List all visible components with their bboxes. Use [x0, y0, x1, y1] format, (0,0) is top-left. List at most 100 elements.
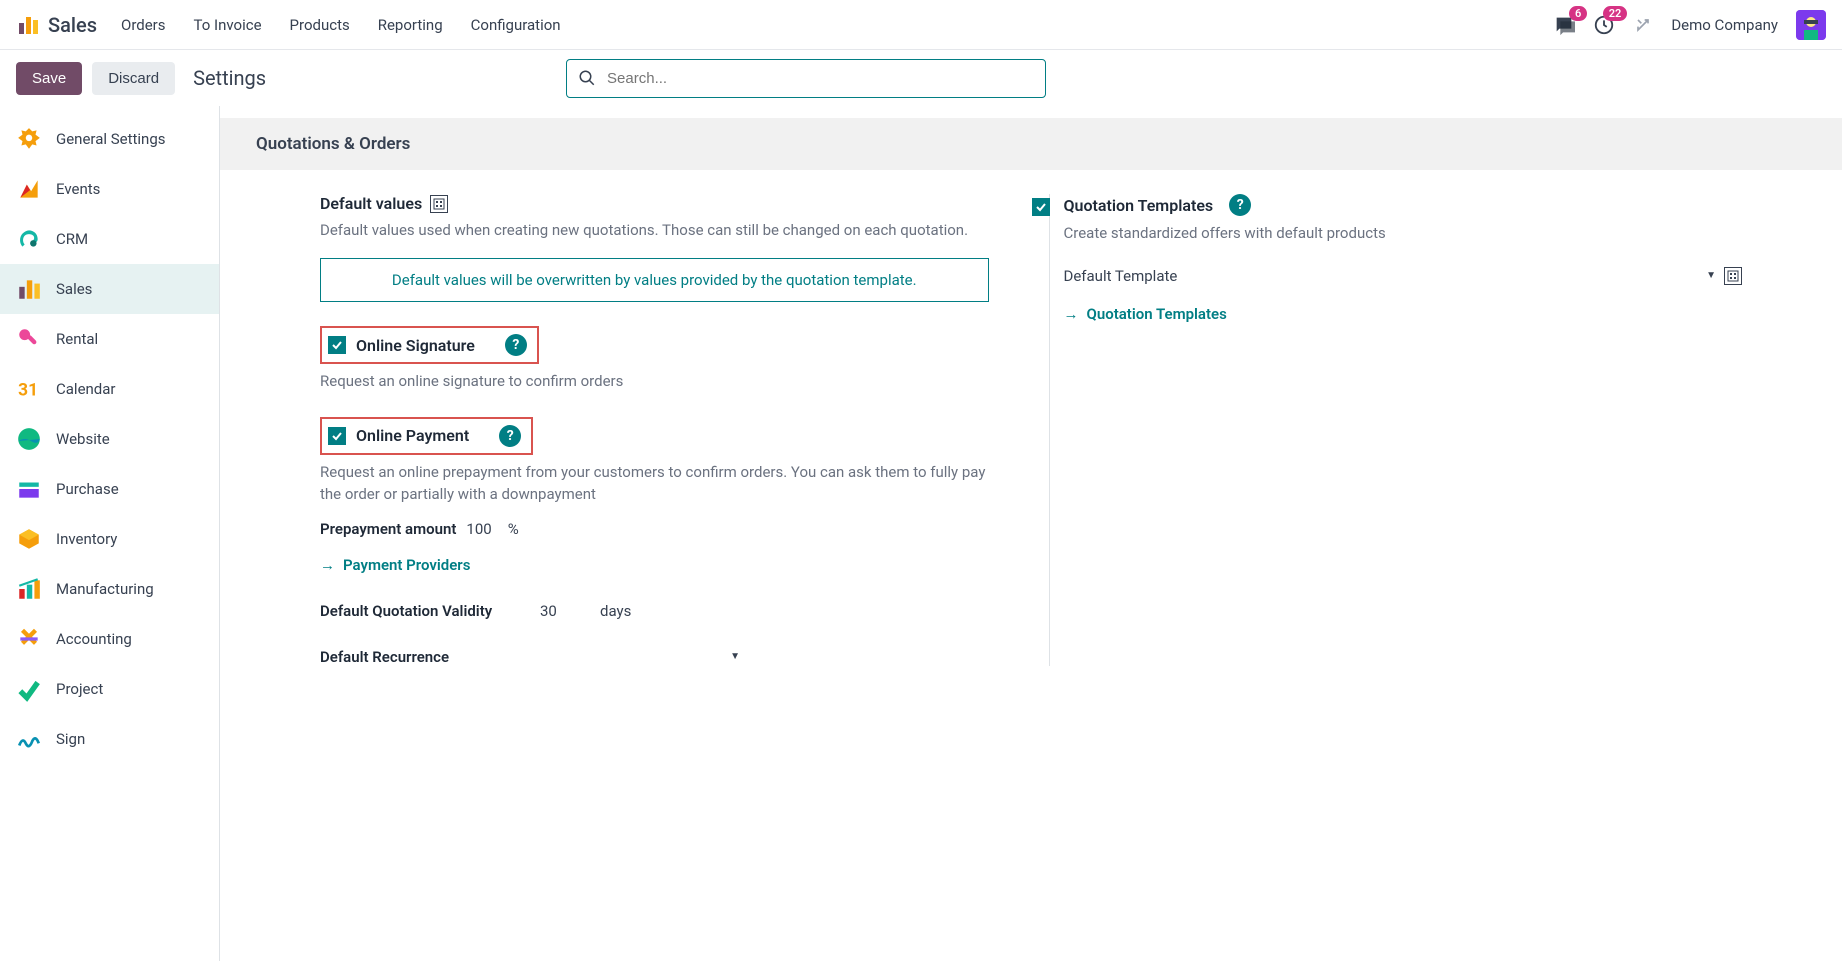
- discard-button[interactable]: Discard: [92, 62, 175, 95]
- purchase-icon: [16, 476, 42, 502]
- prepayment-label: Prepayment amount: [320, 520, 456, 538]
- tools-icon[interactable]: [1633, 15, 1653, 35]
- sidebar-item-label: Events: [56, 180, 100, 198]
- col-left: Default values Default values used when …: [320, 194, 989, 666]
- website-icon: [16, 426, 42, 452]
- crm-icon: [16, 226, 42, 252]
- prepayment-value[interactable]: 100: [466, 520, 491, 538]
- search-input[interactable]: [566, 59, 1046, 98]
- sidebar-item-label: Rental: [56, 330, 98, 348]
- online-payment-block: Online Payment ? Request an online prepa…: [320, 417, 989, 574]
- sidebar-item-label: Website: [56, 430, 110, 448]
- online-signature-title: Online Signature: [356, 336, 475, 355]
- sales-icon: [16, 276, 42, 302]
- online-payment-desc: Request an online prepayment from your c…: [320, 461, 989, 506]
- sidebar-item-label: Calendar: [56, 380, 116, 398]
- sidebar-item-rental[interactable]: Rental: [0, 314, 219, 364]
- sidebar-item-crm[interactable]: CRM: [0, 214, 219, 264]
- sidebar-item-label: Inventory: [56, 530, 117, 548]
- building-icon[interactable]: [1724, 267, 1742, 285]
- online-payment-checkbox[interactable]: [328, 427, 346, 445]
- sidebar-item-website[interactable]: Website: [0, 414, 219, 464]
- activity-button[interactable]: 22: [1593, 14, 1615, 36]
- main: General Settings Events CRM Sales Rental 31 Ca…: [0, 106, 1842, 961]
- company-name[interactable]: Demo Company: [1671, 16, 1778, 34]
- quotation-templates-link-text: Quotation Templates: [1087, 305, 1227, 323]
- chat-badge: 6: [1569, 6, 1587, 21]
- recurrence-label: Default Recurrence: [320, 648, 449, 666]
- gear-icon: [16, 126, 42, 152]
- sidebar-item-label: Sales: [56, 280, 92, 298]
- quotation-templates-title-text: Quotation Templates: [1064, 196, 1214, 215]
- online-signature-desc: Request an online signature to confirm o…: [320, 370, 989, 393]
- sidebar-item-label: CRM: [56, 230, 88, 248]
- arrow-right-icon: →: [1064, 305, 1079, 323]
- online-signature-checkbox[interactable]: [328, 336, 346, 354]
- prepayment-unit: %: [508, 520, 519, 538]
- building-icon[interactable]: [430, 195, 448, 213]
- online-payment-highlight: Online Payment ?: [320, 417, 533, 455]
- sidebar-item-project[interactable]: Project: [0, 664, 219, 714]
- manufacturing-icon: [16, 576, 42, 602]
- activity-badge: 22: [1603, 6, 1628, 21]
- validity-row: Default Quotation Validity 30 days: [320, 602, 989, 620]
- default-template-label[interactable]: Default Template: [1064, 267, 1699, 285]
- save-button[interactable]: Save: [16, 62, 82, 95]
- caret-down-icon: ▼: [730, 651, 740, 662]
- validity-value[interactable]: 30: [540, 602, 590, 620]
- sidebar-item-inventory[interactable]: Inventory: [0, 514, 219, 564]
- nav-configuration[interactable]: Configuration: [471, 16, 561, 34]
- default-values-info: Default values will be overwritten by va…: [320, 258, 989, 303]
- topbar-right: 6 22 Demo Company: [1553, 10, 1826, 40]
- sidebar[interactable]: General Settings Events CRM Sales Rental 31 Ca…: [0, 106, 220, 961]
- sidebar-item-general-settings[interactable]: General Settings: [0, 114, 219, 164]
- sidebar-item-accounting[interactable]: Accounting: [0, 614, 219, 664]
- default-values-desc: Default values used when creating new qu…: [320, 219, 989, 242]
- payment-providers-link[interactable]: → Payment Providers: [320, 556, 470, 574]
- inventory-icon: [16, 526, 42, 552]
- quotation-templates-link[interactable]: → Quotation Templates: [1064, 305, 1227, 323]
- search-wrap: [566, 59, 1046, 98]
- default-values-title-text: Default values: [320, 194, 422, 213]
- sidebar-item-purchase[interactable]: Purchase: [0, 464, 219, 514]
- nav-reporting[interactable]: Reporting: [378, 16, 443, 34]
- avatar[interactable]: [1796, 10, 1826, 40]
- caret-down-icon[interactable]: ▼: [1706, 270, 1716, 281]
- nav-orders[interactable]: Orders: [121, 16, 166, 34]
- quotation-templates-checkbox[interactable]: [1032, 198, 1050, 216]
- search-icon: [578, 69, 596, 87]
- online-signature-highlight: Online Signature ?: [320, 326, 539, 364]
- payment-providers-text: Payment Providers: [343, 556, 470, 574]
- validity-label: Default Quotation Validity: [320, 602, 530, 620]
- chat-button[interactable]: 6: [1553, 14, 1575, 36]
- nav-to-invoice[interactable]: To Invoice: [194, 16, 262, 34]
- project-icon: [16, 676, 42, 702]
- sidebar-item-label: Project: [56, 680, 103, 698]
- quotation-templates-desc: Create standardized offers with default …: [1064, 222, 1743, 245]
- help-icon[interactable]: ?: [499, 425, 521, 447]
- recurrence-select[interactable]: ▼: [459, 651, 740, 662]
- toolbar: Save Discard Settings: [0, 50, 1842, 106]
- nav-products[interactable]: Products: [290, 16, 350, 34]
- sidebar-item-label: Sign: [56, 730, 85, 748]
- validity-unit: days: [600, 602, 631, 620]
- sidebar-item-sales[interactable]: Sales: [0, 264, 219, 314]
- quotation-templates-title: Quotation Templates ?: [1064, 194, 1252, 216]
- app-icon: [16, 13, 40, 37]
- sidebar-item-label: General Settings: [56, 130, 166, 148]
- nav-menu: Orders To Invoice Products Reporting Con…: [121, 16, 1545, 34]
- help-icon[interactable]: ?: [505, 334, 527, 356]
- sidebar-item-label: Accounting: [56, 630, 132, 648]
- sidebar-item-manufacturing[interactable]: Manufacturing: [0, 564, 219, 614]
- sidebar-item-calendar[interactable]: 31 Calendar: [0, 364, 219, 414]
- online-signature-block: Online Signature ? Request an online sig…: [320, 326, 989, 393]
- content[interactable]: Quotations & Orders Default values Defau…: [220, 106, 1842, 961]
- app-title[interactable]: Sales: [48, 13, 97, 37]
- sidebar-item-events[interactable]: Events: [0, 164, 219, 214]
- arrow-right-icon: →: [320, 556, 335, 574]
- help-icon[interactable]: ?: [1229, 194, 1251, 216]
- sidebar-item-sign[interactable]: Sign: [0, 714, 219, 764]
- svg-text:31: 31: [18, 381, 38, 401]
- topbar: Sales Orders To Invoice Products Reporti…: [0, 0, 1842, 50]
- calendar-icon: 31: [16, 376, 42, 402]
